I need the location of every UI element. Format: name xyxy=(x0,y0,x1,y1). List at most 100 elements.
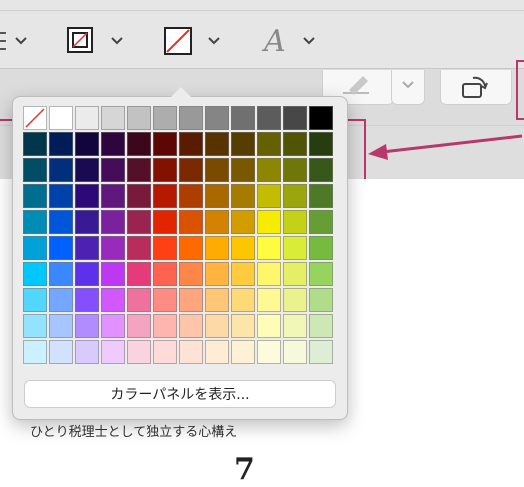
color-swatch[interactable] xyxy=(309,210,333,234)
color-swatch[interactable] xyxy=(257,314,281,338)
color-swatch[interactable] xyxy=(101,106,125,130)
color-swatch[interactable] xyxy=(153,314,177,338)
color-swatch[interactable] xyxy=(257,340,281,364)
color-swatch[interactable] xyxy=(179,340,203,364)
color-swatch[interactable] xyxy=(179,236,203,260)
color-swatch[interactable] xyxy=(127,158,151,182)
rotate-button[interactable] xyxy=(440,70,512,105)
color-swatch[interactable] xyxy=(101,132,125,156)
color-swatch[interactable] xyxy=(101,158,125,182)
color-swatch[interactable] xyxy=(127,288,151,312)
color-swatch[interactable] xyxy=(309,184,333,208)
color-swatch[interactable] xyxy=(127,106,151,130)
color-swatch[interactable] xyxy=(153,262,177,286)
color-swatch[interactable] xyxy=(257,132,281,156)
color-swatch[interactable] xyxy=(205,132,229,156)
color-swatch[interactable] xyxy=(75,106,99,130)
border-style-button[interactable] xyxy=(66,26,130,56)
color-swatch[interactable] xyxy=(283,184,307,208)
color-swatch[interactable] xyxy=(283,210,307,234)
color-swatch[interactable] xyxy=(257,288,281,312)
color-swatch[interactable] xyxy=(205,340,229,364)
fill-color-button[interactable] xyxy=(163,26,227,56)
color-swatch[interactable] xyxy=(49,288,73,312)
color-swatch[interactable] xyxy=(101,184,125,208)
color-swatch[interactable] xyxy=(179,288,203,312)
color-swatch[interactable] xyxy=(231,236,255,260)
color-swatch[interactable] xyxy=(75,236,99,260)
color-swatch[interactable] xyxy=(205,210,229,234)
color-swatch[interactable] xyxy=(153,210,177,234)
highlight-options-button[interactable] xyxy=(391,70,425,105)
color-swatch[interactable] xyxy=(153,184,177,208)
color-swatch[interactable] xyxy=(23,262,47,286)
color-swatch[interactable] xyxy=(205,158,229,182)
color-swatch[interactable] xyxy=(23,210,47,234)
color-swatch[interactable] xyxy=(205,262,229,286)
color-swatch[interactable] xyxy=(23,158,47,182)
color-swatch[interactable] xyxy=(75,314,99,338)
no-color-swatch[interactable] xyxy=(23,106,47,130)
color-swatch[interactable] xyxy=(23,314,47,338)
color-swatch[interactable] xyxy=(101,210,125,234)
color-swatch[interactable] xyxy=(23,288,47,312)
show-color-panel-button[interactable]: カラーパネルを表示... xyxy=(24,380,336,408)
color-swatch[interactable] xyxy=(75,288,99,312)
color-swatch[interactable] xyxy=(127,314,151,338)
color-swatch[interactable] xyxy=(75,158,99,182)
color-swatch[interactable] xyxy=(309,340,333,364)
color-swatch[interactable] xyxy=(75,210,99,234)
color-swatch[interactable] xyxy=(179,262,203,286)
color-swatch[interactable] xyxy=(309,288,333,312)
color-swatch[interactable] xyxy=(101,314,125,338)
color-swatch[interactable] xyxy=(49,340,73,364)
color-swatch[interactable] xyxy=(205,184,229,208)
list-style-button[interactable] xyxy=(0,26,40,56)
color-swatch[interactable] xyxy=(257,106,281,130)
color-swatch[interactable] xyxy=(49,314,73,338)
color-swatch[interactable] xyxy=(283,158,307,182)
color-swatch[interactable] xyxy=(101,262,125,286)
color-swatch[interactable] xyxy=(309,314,333,338)
color-swatch[interactable] xyxy=(179,314,203,338)
color-swatch[interactable] xyxy=(153,288,177,312)
color-swatch[interactable] xyxy=(179,210,203,234)
color-swatch[interactable] xyxy=(23,236,47,260)
color-swatch[interactable] xyxy=(205,236,229,260)
color-swatch[interactable] xyxy=(75,132,99,156)
color-swatch[interactable] xyxy=(179,106,203,130)
color-swatch[interactable] xyxy=(75,340,99,364)
color-swatch[interactable] xyxy=(231,288,255,312)
color-swatch[interactable] xyxy=(283,236,307,260)
color-swatch[interactable] xyxy=(309,262,333,286)
color-swatch[interactable] xyxy=(257,262,281,286)
color-swatch[interactable] xyxy=(127,262,151,286)
color-swatch[interactable] xyxy=(127,210,151,234)
color-swatch[interactable] xyxy=(283,340,307,364)
color-swatch[interactable] xyxy=(49,210,73,234)
color-swatch[interactable] xyxy=(49,132,73,156)
color-swatch[interactable] xyxy=(75,184,99,208)
color-swatch[interactable] xyxy=(101,288,125,312)
color-swatch[interactable] xyxy=(309,236,333,260)
color-swatch[interactable] xyxy=(257,210,281,234)
color-swatch[interactable] xyxy=(309,106,333,130)
color-swatch[interactable] xyxy=(283,288,307,312)
color-swatch[interactable] xyxy=(231,106,255,130)
color-swatch[interactable] xyxy=(153,158,177,182)
color-swatch[interactable] xyxy=(153,132,177,156)
color-swatch[interactable] xyxy=(153,106,177,130)
color-swatch[interactable] xyxy=(283,314,307,338)
color-swatch[interactable] xyxy=(49,262,73,286)
color-swatch[interactable] xyxy=(257,236,281,260)
color-swatch[interactable] xyxy=(127,340,151,364)
color-swatch[interactable] xyxy=(127,132,151,156)
color-swatch[interactable] xyxy=(23,340,47,364)
color-swatch[interactable] xyxy=(205,288,229,312)
color-swatch[interactable] xyxy=(153,236,177,260)
color-swatch[interactable] xyxy=(231,262,255,286)
color-swatch[interactable] xyxy=(231,184,255,208)
color-swatch[interactable] xyxy=(231,158,255,182)
color-swatch[interactable] xyxy=(49,236,73,260)
color-swatch[interactable] xyxy=(205,314,229,338)
